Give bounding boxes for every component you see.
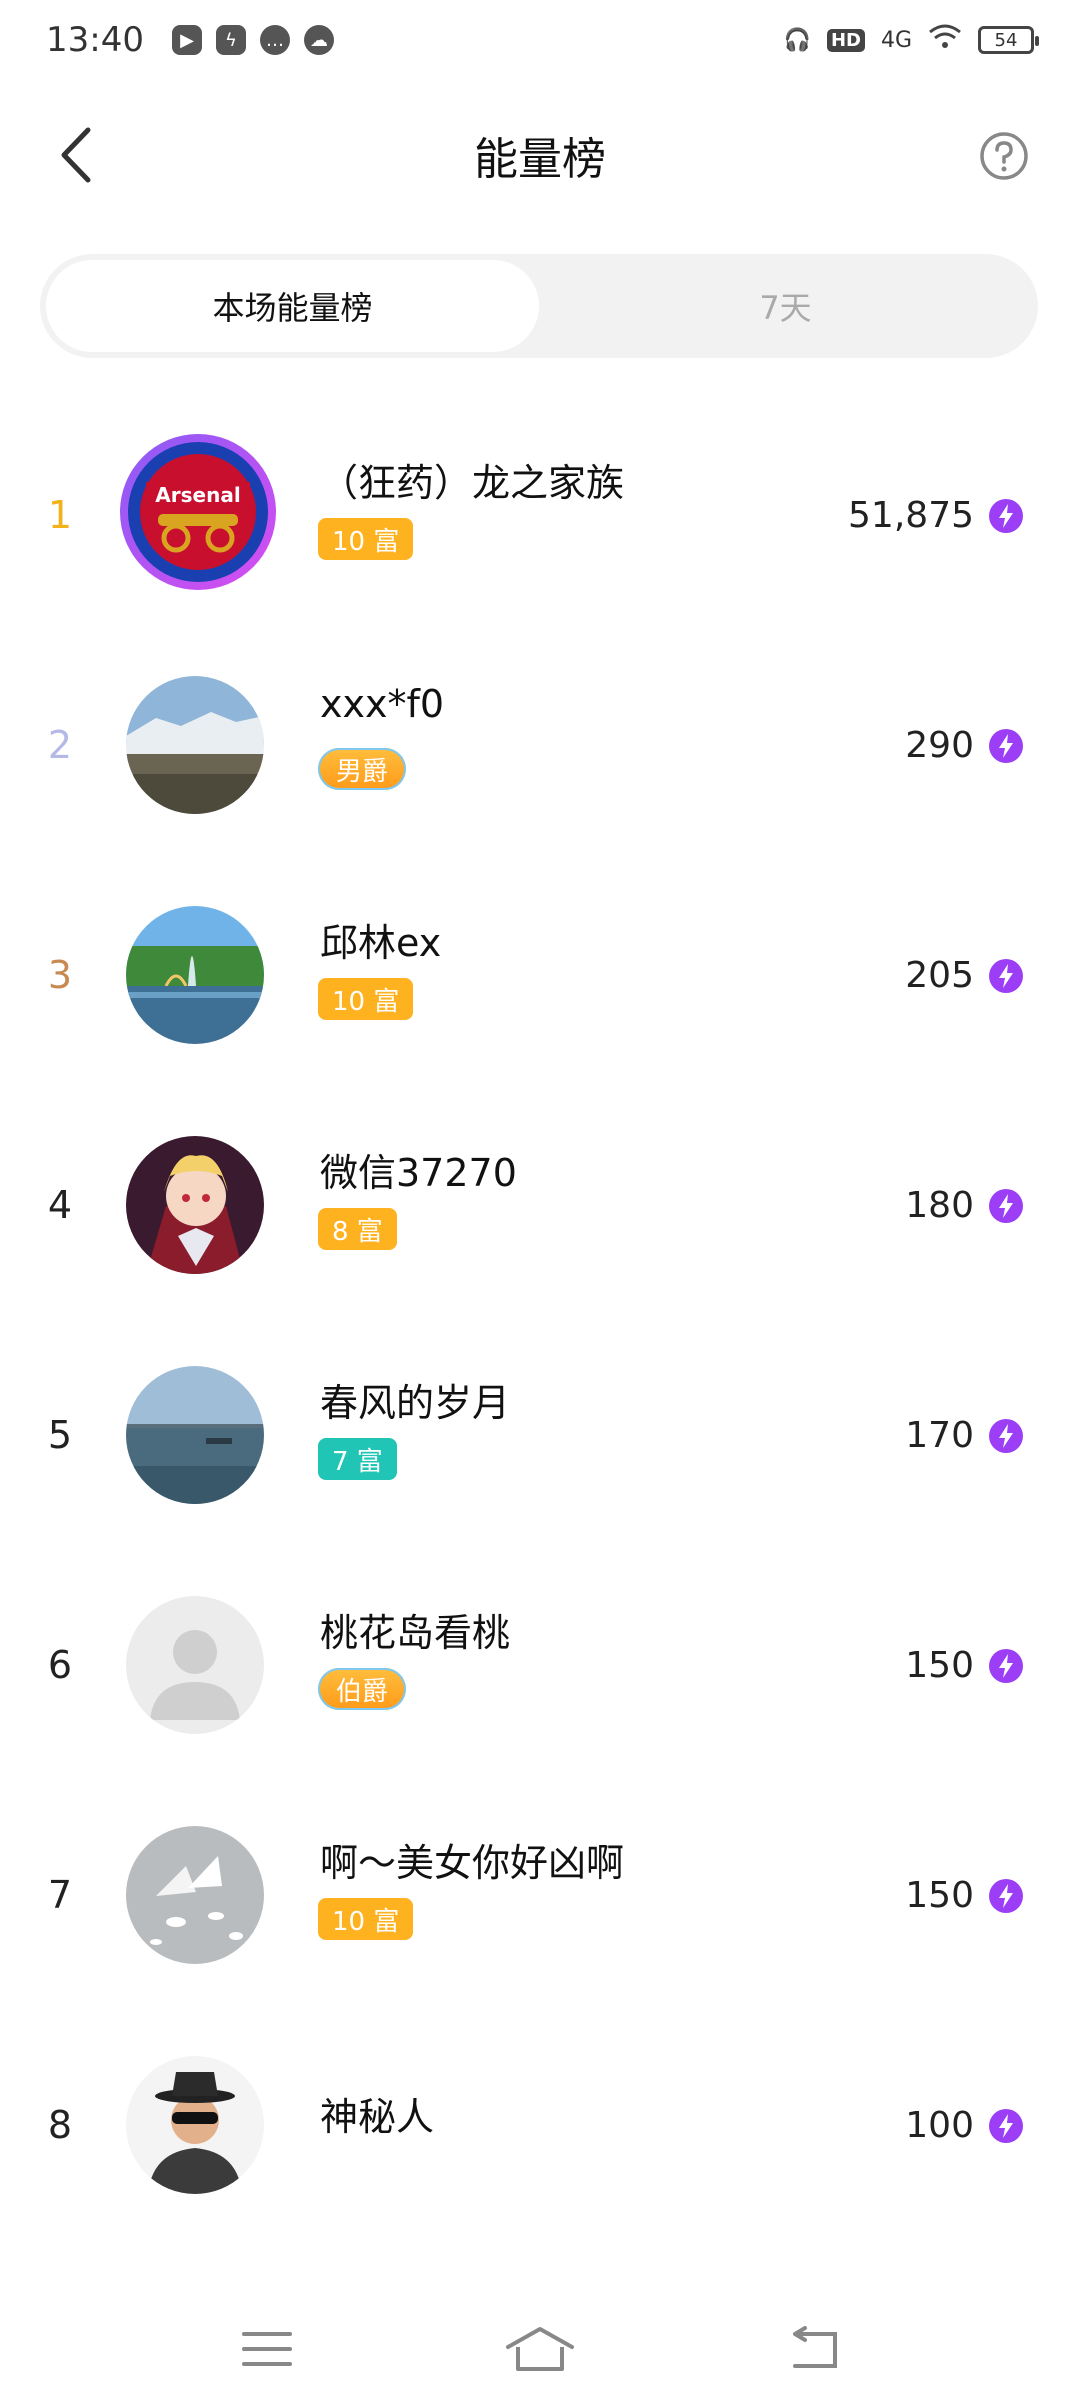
home-icon — [505, 2327, 574, 2371]
svg-text:Arsenal: Arsenal — [155, 483, 240, 507]
return-icon — [793, 2326, 838, 2368]
tab-current-session[interactable]: 本场能量榜 — [46, 260, 539, 352]
badge-label: 7 富 — [332, 1446, 383, 1477]
rank-number: 5 — [47, 1413, 73, 1457]
page-title: 能量榜 — [474, 134, 606, 185]
energy-score: 51,875 — [848, 494, 974, 536]
lightning-bolt-icon — [989, 499, 1023, 533]
wealth-badge: 10 富 — [318, 978, 414, 1020]
lightning-bolt-icon — [989, 1419, 1023, 1453]
list-item[interactable]: 5 春风的岁月 7 富 170 — [0, 1320, 1080, 1550]
lightning-bolt-icon — [989, 2109, 1023, 2143]
badge-label: 伯爵 — [336, 1676, 389, 1707]
wealth-badge: 8 富 — [318, 1208, 397, 1250]
lightning-bolt-icon — [989, 1189, 1023, 1223]
flash-icon: ϟ — [215, 25, 246, 55]
energy-score: 150 — [905, 1874, 974, 1916]
question-circle-icon — [980, 132, 1028, 180]
badge-label: 10 富 — [332, 986, 400, 1017]
home-button[interactable] — [500, 2319, 580, 2379]
energy-score: 290 — [905, 724, 974, 766]
wealth-badge: 10 富 — [318, 518, 414, 560]
mystery-avatar — [126, 2056, 264, 2194]
lightning-bolt-icon — [989, 959, 1023, 993]
energy-score: 150 — [905, 1644, 974, 1686]
chat-icon: … — [259, 25, 290, 55]
anime-avatar — [126, 1136, 264, 1274]
list-item[interactable]: 6 桃花岛看桃 伯爵 150 — [0, 1550, 1080, 1780]
list-item[interactable]: 8 神秘人 100 — [0, 2010, 1080, 2240]
list-item[interactable]: 4 微信37270 8 富 180 — [0, 1090, 1080, 1320]
network-label: 4G — [880, 27, 912, 53]
energy-score: 205 — [905, 954, 974, 996]
menu-icon — [241, 2332, 292, 2366]
headphone-icon: 🎧 — [783, 27, 811, 53]
rank-number: 2 — [47, 723, 73, 767]
default-avatar — [126, 1596, 264, 1734]
list-item[interactable]: 7 啊～美女你好凶啊 10 富 150 — [0, 1780, 1080, 2010]
list-item[interactable]: 1 Arsenal （狂药）龙之家族 10 富 51,875 — [0, 400, 1080, 630]
energy-score: 170 — [905, 1414, 974, 1456]
lightning-bolt-icon — [989, 1649, 1023, 1683]
rank-number: 8 — [47, 2103, 73, 2147]
rank-number: 3 — [47, 953, 73, 997]
system-nav-bar — [0, 2290, 1080, 2408]
badge-label: 男爵 — [336, 756, 389, 787]
lake-avatar — [126, 1366, 264, 1504]
status-time: 13:40 — [46, 20, 144, 60]
badge-label: 10 富 — [332, 1906, 400, 1937]
wifi-icon — [928, 23, 962, 57]
menu-button[interactable] — [227, 2319, 307, 2379]
header: 能量榜 — [0, 90, 1080, 220]
rank-number: 4 — [47, 1183, 73, 1227]
noble-badge: 伯爵 — [318, 1668, 407, 1710]
lightning-bolt-icon — [989, 1879, 1023, 1913]
status-bar-right: 🎧 HD 4G 54 — [783, 23, 1039, 57]
help-button[interactable] — [978, 130, 1030, 182]
lightning-bolt-icon — [989, 729, 1023, 763]
seagull-avatar — [126, 1826, 264, 1964]
status-bar: 13:40 ▶ ϟ … ☁ 🎧 HD 4G 54 — [0, 0, 1080, 80]
return-button[interactable] — [773, 2319, 853, 2379]
user-name: 邱林ex — [320, 921, 442, 965]
noble-badge: 男爵 — [318, 748, 407, 790]
user-name: xxx*f0 — [320, 682, 445, 726]
rank-number: 7 — [47, 1873, 73, 1917]
ranking-tabs: 本场能量榜 7天 — [40, 254, 1038, 358]
rank-number: 1 — [47, 493, 73, 537]
list-item[interactable]: 2 xxx*f0 男爵 290 — [0, 630, 1080, 860]
rank-number: 6 — [47, 1643, 73, 1687]
user-name: 春风的岁月 — [320, 1381, 511, 1425]
badge-label: 10 富 — [332, 526, 400, 557]
user-name: 微信37270 — [320, 1151, 517, 1195]
user-name: （狂药）龙之家族 — [320, 461, 625, 505]
fountain-avatar — [126, 906, 264, 1044]
list-item[interactable]: 3 邱林ex 10 富 205 — [0, 860, 1080, 1090]
user-name: 桃花岛看桃 — [320, 1611, 511, 1655]
user-name: 神秘人 — [320, 2095, 435, 2139]
video-icon: ▶ — [171, 25, 202, 55]
user-name: 啊～美女你好凶啊 — [320, 1841, 625, 1885]
energy-score: 100 — [905, 2104, 974, 2146]
battery-indicator: 54 — [978, 26, 1039, 54]
wealth-badge: 7 富 — [318, 1438, 397, 1480]
wealth-badge: 10 富 — [318, 1898, 414, 1940]
arsenal-avatar: Arsenal — [120, 434, 276, 590]
mountain-avatar — [126, 676, 264, 814]
cloud-icon: ☁ — [303, 25, 334, 55]
badge-label: 8 富 — [332, 1216, 383, 1247]
back-button[interactable] — [48, 120, 108, 190]
energy-score: 180 — [905, 1184, 974, 1226]
ranking-list: 1 Arsenal （狂药）龙之家族 10 富 51,875 2 xxx*f0 … — [0, 400, 1080, 2240]
tab-7-days[interactable]: 7天 — [539, 260, 1032, 352]
chevron-left-icon — [61, 127, 91, 183]
status-bar-left: 13:40 ▶ ϟ … ☁ — [46, 20, 334, 60]
hd-badge: HD — [826, 28, 865, 52]
